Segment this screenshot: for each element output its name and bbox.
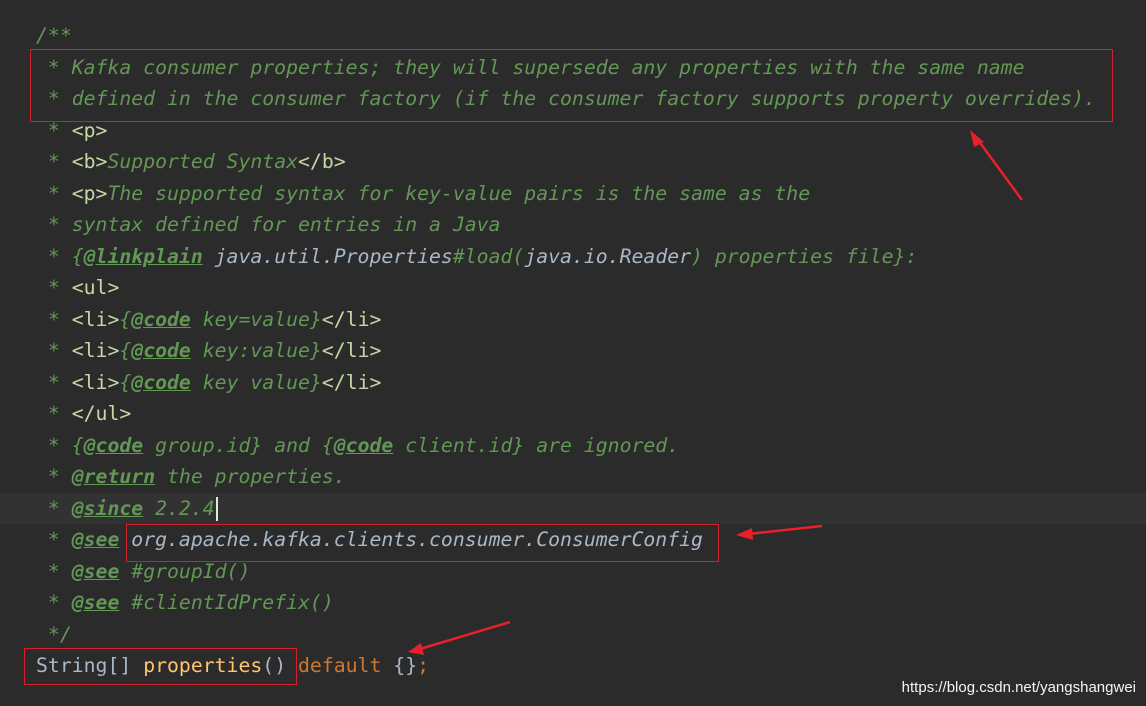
highlight-box-description [30,49,1113,122]
keyword-default: default [298,654,382,677]
javadoc-tag-return[interactable]: @return [72,465,155,488]
code-line-20: */ [0,619,1146,651]
html-tag: </b> [298,150,346,173]
javadoc-tag-code[interactable]: @code [334,434,394,457]
javadoc-tag-see[interactable]: @see [72,560,120,583]
code-line-1: /** [0,20,1146,52]
watermark: https://blog.csdn.net/yangshangwei [901,679,1136,696]
class-reference[interactable]: java.util.Properties [203,245,453,268]
code-line-15: * @return the properties. [36,465,346,488]
javadoc-tag-code[interactable]: @code [84,434,144,457]
class-reference[interactable]: java.io.Reader [524,245,691,268]
highlight-box-method-signature [24,648,297,685]
code-line-7: * syntax defined for entries in a Java [36,213,501,236]
code-line-13: * </ul> [36,402,132,425]
code-line-10: * <li>{@code key=value}</li> [36,307,382,331]
javadoc-tag-code[interactable]: @code [131,339,191,362]
code-line-11: * <li>{@code key:value}</li> [36,339,382,362]
code-line-12: * <li>{@code key value}</li> [36,370,382,394]
javadoc-close: */ [36,622,72,646]
code-line-19: * @see #clientIdPrefix() [36,591,334,614]
code-line-14: * {@code group.id} and {@code client.id}… [36,433,680,457]
highlight-box-see-reference [126,524,719,562]
code-line-6: * <p>The supported syntax for key-value … [36,181,811,205]
javadoc-tag-linkplain[interactable]: @linkplain [84,245,203,268]
code-line-9: * <ul> [36,276,120,299]
javadoc-tag-code[interactable]: @code [131,308,191,331]
code-line-8: * {@linkplain java.util.Properties#load(… [36,244,918,268]
text-caret [215,497,218,521]
javadoc-tag-code[interactable]: @code [131,371,191,394]
html-tag: <ul> [71,276,120,299]
html-tag: <b> [71,150,108,173]
javadoc-open: /** [36,24,72,47]
javadoc-tag-see[interactable]: @see [72,591,120,614]
code-line-5: * <b>Supported Syntax</b> [36,150,346,173]
javadoc-tag-see[interactable]: @see [72,528,120,551]
html-tag: <p> [71,181,108,205]
javadoc-tag-since[interactable]: @since [72,497,143,520]
code-line-16-current: * @since 2.2.4 [0,492,1146,524]
